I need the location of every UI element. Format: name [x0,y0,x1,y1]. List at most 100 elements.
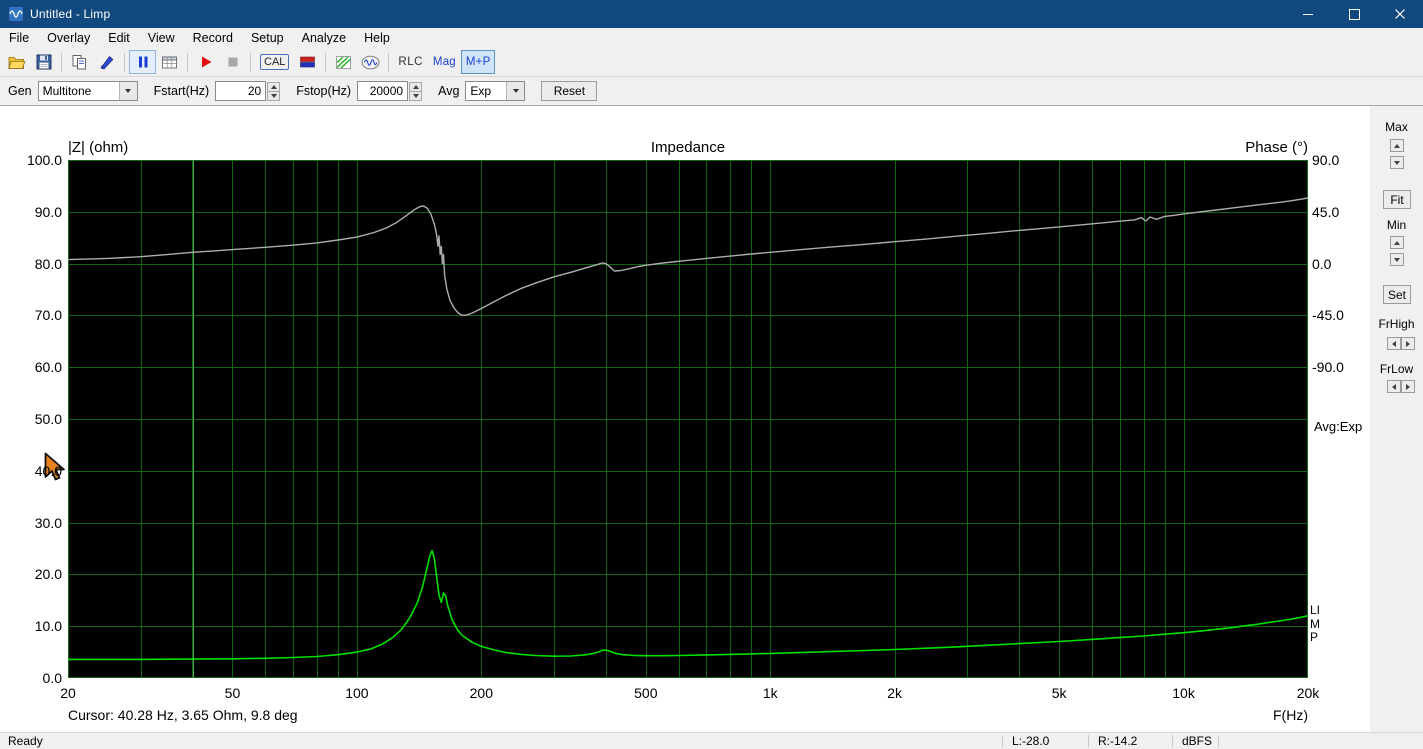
y-axis-tick: 70.0 [34,307,62,324]
mag-button[interactable]: Mag [428,50,461,74]
fstart-down-button[interactable] [267,90,281,101]
limp-window: { "window": { "title": "Untitled - Limp"… [0,0,1423,749]
x-axis-tick: 200 [469,685,494,701]
y-axis-tick: 20.0 [34,566,62,583]
menu-record[interactable]: Record [184,28,242,48]
dropdown-arrow-icon[interactable] [506,82,525,100]
x-axis-tick: 2k [887,685,903,701]
toolbar-separator [388,52,390,72]
x-axis-tick: 5k [1051,685,1067,701]
minimize-icon [1303,13,1313,15]
menu-help[interactable]: Help [355,28,399,48]
pen-icon [99,55,113,70]
record-play-icon [201,56,211,68]
noise-signal-button[interactable] [330,50,357,74]
menu-file[interactable]: File [0,28,38,48]
dropdown-arrow-icon[interactable] [118,82,137,100]
frhigh-right-button[interactable] [1401,337,1415,350]
pause-button[interactable] [129,50,156,74]
min-label: Min [1386,218,1407,232]
frhigh-left-button[interactable] [1387,337,1401,350]
stop-button[interactable] [219,50,246,74]
toolbar-separator [325,52,327,72]
x-axis-tick: 20k [1296,685,1320,701]
avg-value: Exp [470,84,492,98]
maximize-button[interactable] [1331,0,1377,28]
toolbar-separator [61,52,62,72]
x-axis-tick: 50 [224,685,241,701]
min-down-button[interactable] [1390,253,1404,266]
marker-button[interactable] [93,50,120,74]
close-button[interactable] [1377,0,1423,28]
fstop-input[interactable]: 20000 [357,81,423,101]
menu-analyze[interactable]: Analyze [293,28,355,48]
fstart-value[interactable]: 20 [215,81,267,101]
menu-edit[interactable]: Edit [99,28,139,48]
y-axis-tick: 80.0 [34,255,62,272]
reset-button[interactable]: Reset [541,81,598,101]
fit-button[interactable]: Fit [1383,190,1411,209]
pause-icon [138,56,147,68]
side-panel: Max Fit Min Set FrHigh FrLow [1370,106,1423,732]
minimize-button[interactable] [1285,0,1331,28]
rlc-label: RLC [398,56,423,68]
chart-area: |Z| (ohm) Impedance Phase (°) Cursor: 40… [0,106,1423,732]
fstart-label: Fstart(Hz) [153,84,210,98]
grid-lines [68,160,1308,678]
copy-button[interactable] [66,50,93,74]
menu-setup[interactable]: Setup [242,28,293,48]
toolbar-separator [187,52,188,72]
rlc-button[interactable]: RLC [393,50,428,74]
menu-view[interactable]: View [139,28,184,48]
impedance-plot[interactable] [67,160,1309,678]
x-axis-tick: 1k [762,685,778,701]
sine-wave-icon [361,55,380,69]
open-folder-icon [7,56,25,69]
app-icon [7,6,24,23]
calibrate-button[interactable]: CAL [255,50,294,74]
cursor-readout: Cursor: 40.28 Hz, 3.65 Ohm, 9.8 deg [68,707,298,723]
x-axis-tick: 20 [60,685,76,701]
toolbar-separator [124,52,125,72]
frhigh-label: FrHigh [1378,317,1415,331]
fstart-input[interactable]: 20 [215,81,281,101]
mag-phase-button[interactable]: M+P [460,50,496,74]
phase-curve [67,197,1309,317]
set-button[interactable]: Set [1383,285,1411,304]
y-axis-tick: 50.0 [34,411,62,427]
phase-axis-tick: 45.0 [1312,203,1340,220]
frlow-left-button[interactable] [1387,380,1401,393]
sine-signal-button[interactable] [357,50,384,74]
avg-mode-display: Avg:Exp [1314,419,1363,434]
menubar: File Overlay Edit View Record Setup Anal… [0,28,1423,48]
status-text: Ready [8,734,43,748]
record-button[interactable] [192,50,219,74]
copy-icon [72,55,86,70]
avg-select[interactable]: Exp [465,81,526,101]
y-axis-tick: 0.0 [42,670,62,686]
status-separator [1172,735,1173,747]
limp-watermark: LIMP [1310,603,1321,644]
x-axis-tick: 100 [345,685,369,701]
phase-axis-tick: 0.0 [1312,255,1332,272]
max-up-button[interactable] [1390,139,1404,152]
generator-bar: Gen Multitone Fstart(Hz) 20 Fstop(Hz) 20… [0,77,1423,106]
generator-type-value: Multitone [42,84,92,98]
min-up-button[interactable] [1390,236,1404,249]
frlow-right-button[interactable] [1401,380,1415,393]
phase-axis-tick: 90.0 [1312,152,1340,168]
level-meter-button[interactable] [294,50,321,74]
open-button[interactable] [3,50,30,74]
titlebar: Untitled - Limp [0,0,1423,28]
phase-axis-tick: -90.0 [1312,359,1344,376]
generator-type-select[interactable]: Multitone [37,81,138,101]
x-axis-tick: 500 [634,685,658,701]
x-axis-tick: 10k [1172,685,1195,701]
fstop-down-button[interactable] [409,90,423,101]
y-axis-tick: 90.0 [34,203,62,220]
menu-overlay[interactable]: Overlay [38,28,99,48]
fstop-value[interactable]: 20000 [357,81,409,101]
data-table-button[interactable] [156,50,183,74]
save-button[interactable] [30,50,57,74]
max-down-button[interactable] [1390,156,1404,169]
